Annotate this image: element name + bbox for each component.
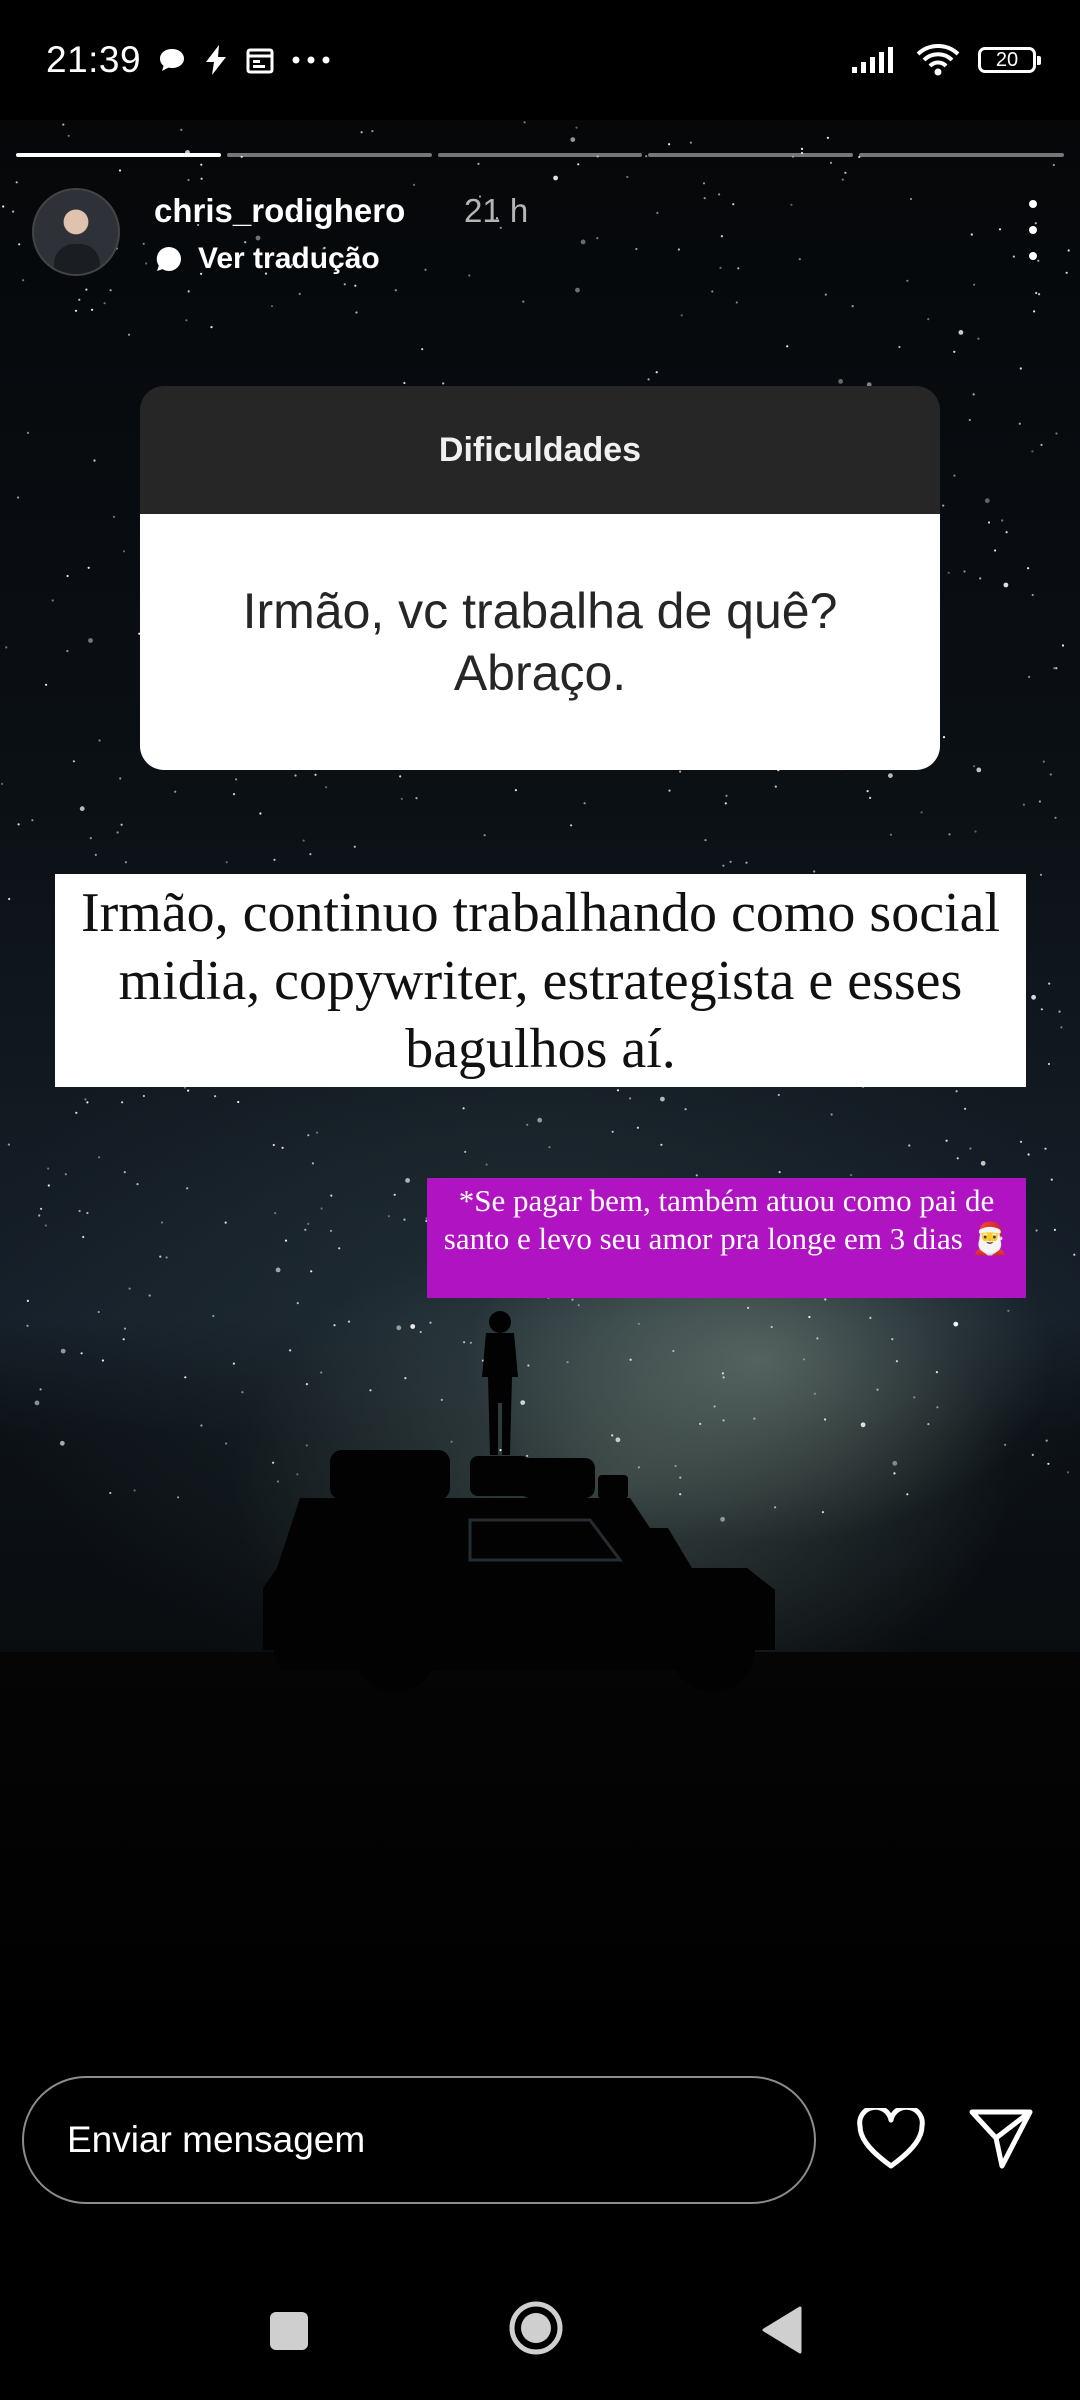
question-sticker: Dificuldades Irmão, vc trabalha de quê? …: [140, 386, 940, 770]
progress-segment: [859, 153, 1064, 157]
signal-icon: [850, 45, 898, 75]
post-time: 21 h: [464, 192, 529, 229]
note-text: *Se pagar bem, também atuou como pai de …: [427, 1178, 1026, 1298]
bolt-icon: [203, 44, 229, 76]
chat-bubble-icon: [157, 45, 187, 75]
progress-segment: [437, 153, 643, 157]
battery-icon: 20: [978, 47, 1041, 73]
message-input[interactable]: Enviar mensagem: [22, 2076, 816, 2204]
nav-circle-icon[interactable]: [508, 2300, 564, 2361]
heart-icon[interactable]: [856, 2104, 926, 2177]
question-title: Dificuldades: [140, 386, 940, 514]
translate-link[interactable]: Ver tradução: [154, 242, 380, 276]
answer-text: Irmão, continuo trabalhando como social …: [55, 874, 1026, 1087]
status-bar: 21:39 20: [0, 0, 1080, 120]
message-placeholder: Enviar mensagem: [67, 2119, 366, 2160]
status-time: 21:39: [46, 39, 142, 80]
username[interactable]: chris_rodighero: [154, 192, 405, 230]
progress-segment: [648, 153, 854, 157]
progress-segment: [226, 153, 432, 157]
system-nav-bar: [0, 2250, 1080, 2400]
progress-segment: [16, 153, 221, 157]
story-viewer[interactable]: chris_rodighero 21 h Ver tradução Dificu…: [0, 120, 1080, 2055]
battery-level: 20: [995, 48, 1019, 71]
calendar-icon: [245, 45, 275, 75]
wifi-icon: [916, 43, 960, 77]
chat-bubble-icon: [156, 246, 181, 271]
story-progress-bar: [16, 153, 1064, 157]
question-text: Irmão, vc trabalha de quê? Abraço.: [140, 514, 940, 770]
story-header: chris_rodighero 21 h Ver tradução: [32, 184, 1048, 284]
more-options-icon[interactable]: [1018, 200, 1048, 260]
translate-label: Ver tradução: [198, 242, 380, 275]
nav-square-icon[interactable]: [268, 2310, 310, 2357]
progress-fill: [16, 153, 221, 157]
send-icon[interactable]: [968, 2108, 1034, 2175]
nav-back-icon[interactable]: [760, 2306, 804, 2359]
avatar[interactable]: [32, 188, 120, 276]
more-notifications-icon: [291, 55, 331, 65]
